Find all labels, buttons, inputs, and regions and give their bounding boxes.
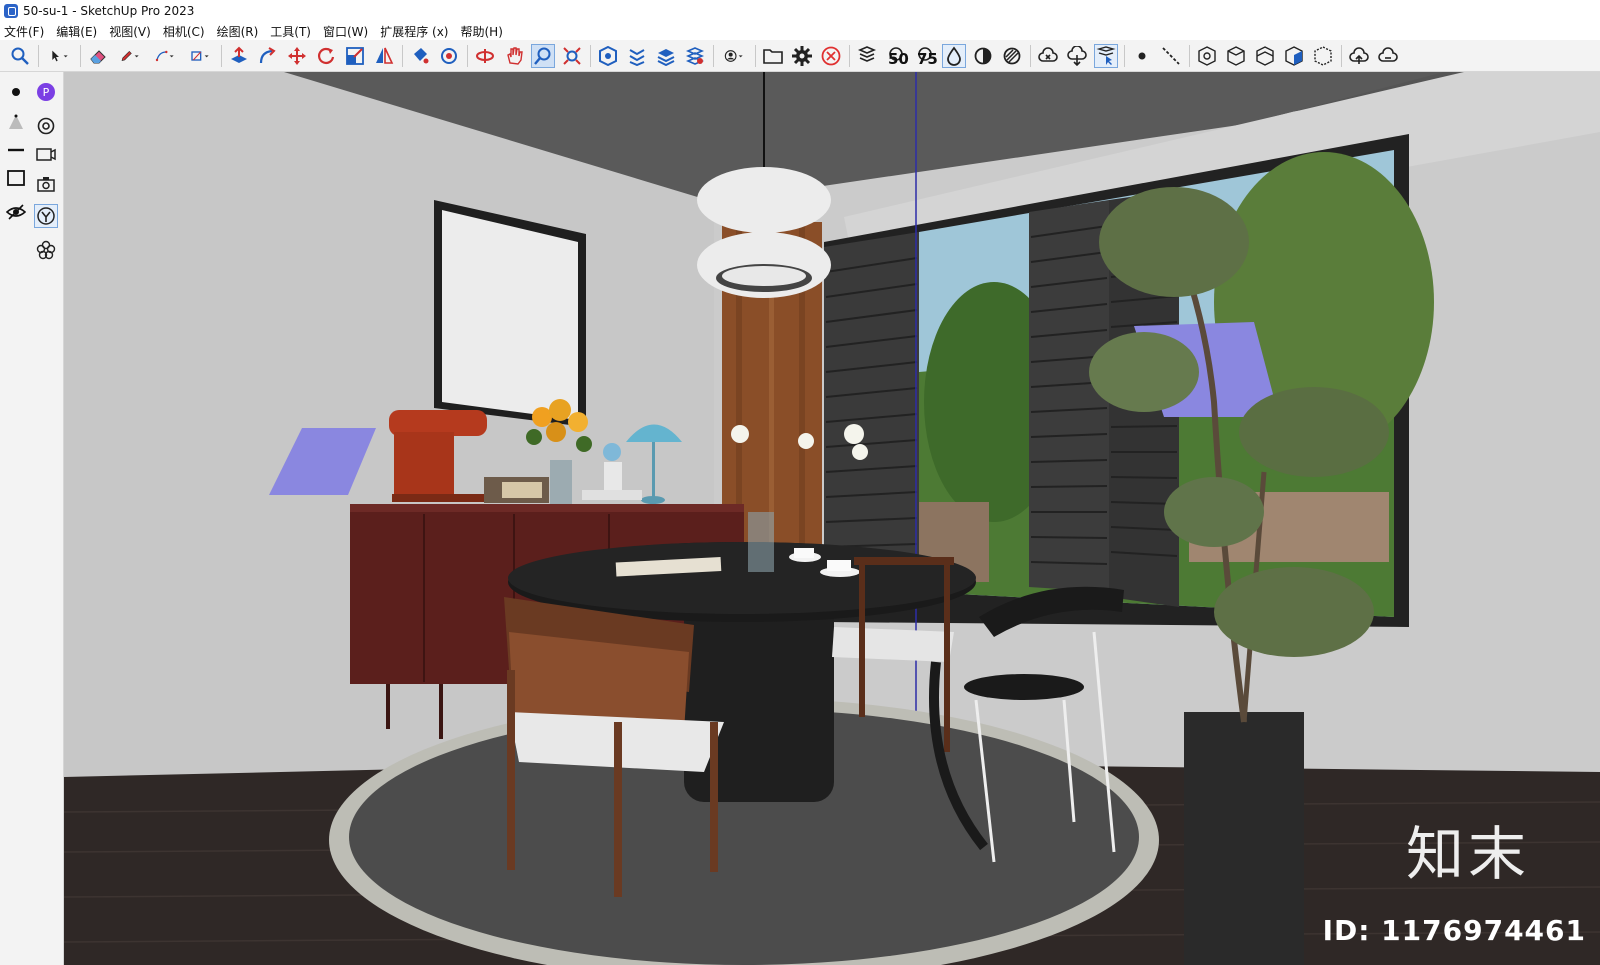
folder-icon[interactable] (761, 44, 785, 68)
account-icon[interactable] (719, 44, 749, 68)
cloud-upload-icon[interactable] (1347, 44, 1371, 68)
svg-text:P: P (43, 86, 50, 99)
toolbar-separator (755, 44, 756, 67)
components-icon[interactable] (683, 44, 707, 68)
rotate-icon[interactable] (314, 44, 338, 68)
material-icon[interactable] (1000, 44, 1024, 68)
toolbar-separator (1030, 44, 1031, 67)
plant-pot (1184, 712, 1304, 965)
toolbar-separator (713, 44, 714, 67)
tape-measure-icon[interactable] (437, 44, 461, 68)
camera-switch-icon[interactable] (34, 142, 58, 166)
flower-settings-icon[interactable] (34, 238, 58, 262)
toolbar-separator (1341, 44, 1342, 67)
scale-icon[interactable] (343, 44, 367, 68)
menu-help[interactable]: 帮助(H) (460, 23, 502, 40)
rectangle-tool-icon[interactable] (185, 44, 215, 68)
menu-file[interactable]: 文件(F) (4, 23, 44, 40)
search-icon[interactable] (8, 44, 32, 68)
rectangle-outline-icon[interactable] (4, 166, 28, 190)
toolbar-separator (467, 44, 468, 67)
render-pointer-icon[interactable] (1094, 43, 1118, 68)
pendant-lamp (697, 167, 831, 233)
menu-draw[interactable]: 绘图(R) (217, 23, 259, 40)
pencil-line-icon[interactable] (115, 44, 145, 68)
toolbar-separator (849, 44, 850, 67)
toolbar-separator (402, 44, 403, 67)
window-title: 50-su-1 - SketchUp Pro 2023 (23, 4, 195, 18)
toolbar-separator (80, 44, 81, 67)
menu-bar: 文件(F) 编辑(E) 视图(V) 相机(C) 绘图(R) 工具(T) 窗口(W… (0, 22, 1600, 40)
menu-extensions[interactable]: 扩展程序 (x) (380, 23, 448, 40)
zoom-extents-icon[interactable] (560, 44, 584, 68)
view-back-icon[interactable] (1311, 44, 1335, 68)
paint-bucket-icon[interactable] (408, 44, 432, 68)
render-icon[interactable] (855, 44, 879, 68)
cone-icon[interactable] (4, 110, 28, 134)
badge-50-label: 50 (888, 49, 909, 68)
eraser-icon[interactable] (86, 44, 110, 68)
toolbar-separator (221, 44, 222, 67)
hidden-eye-icon[interactable] (4, 200, 28, 224)
select-tool-icon[interactable] (44, 44, 74, 68)
contrast-icon[interactable] (971, 44, 995, 68)
close-circle-icon[interactable] (819, 44, 843, 68)
layers-icon[interactable] (654, 44, 678, 68)
follow-me-icon[interactable] (256, 44, 280, 68)
toolbar-separator (1124, 44, 1125, 67)
view-front-icon[interactable] (1253, 44, 1277, 68)
badge-75-label: 75 (917, 49, 938, 68)
menu-edit[interactable]: 编辑(E) (56, 23, 97, 40)
dining-room-scene (64, 72, 1600, 965)
plant-leaves (1099, 187, 1249, 297)
view-right-icon[interactable] (1282, 44, 1306, 68)
walk-tool-icon[interactable] (34, 204, 58, 228)
shutter-mid (1029, 200, 1109, 592)
badge-75-icon[interactable]: 75 (913, 44, 938, 68)
menu-view[interactable]: 视图(V) (109, 23, 151, 40)
extension-warehouse-icon[interactable] (625, 44, 649, 68)
brand-watermark: 知末 (1405, 820, 1530, 888)
menu-window[interactable]: 窗口(W) (323, 23, 368, 40)
warehouse-icon[interactable] (596, 44, 620, 68)
main-toolbar: 50 75 (0, 40, 1600, 72)
cloud-close-icon[interactable] (1036, 44, 1060, 68)
badge-50-icon[interactable]: 50 (884, 44, 909, 68)
sketchup-app-icon (4, 4, 18, 18)
push-pull-icon[interactable] (227, 44, 251, 68)
orbit-icon[interactable] (473, 44, 497, 68)
dot-icon[interactable] (4, 80, 28, 104)
dashed-line-icon[interactable] (1159, 44, 1183, 68)
settings-gear-icon[interactable] (790, 44, 814, 68)
title-bar: 50-su-1 - SketchUp Pro 2023 (0, 0, 1600, 22)
point-icon[interactable] (1130, 44, 1154, 68)
cloud-sync-icon[interactable] (1376, 44, 1400, 68)
left-toolbar: P (0, 72, 64, 965)
model-viewport[interactable]: 知末 ID: 1176974461 (64, 72, 1600, 965)
model-id-label: ID: 1176974461 (1322, 914, 1586, 947)
flip-icon[interactable] (372, 44, 396, 68)
menu-tools[interactable]: 工具(T) (270, 23, 311, 40)
line-icon[interactable] (4, 138, 28, 162)
profile-badge-icon[interactable]: P (34, 80, 58, 104)
toolbar-separator (38, 44, 39, 67)
move-icon[interactable] (285, 44, 309, 68)
cloud-download-icon[interactable] (1065, 44, 1089, 68)
pan-icon[interactable] (502, 44, 526, 68)
view-top-icon[interactable] (1224, 44, 1248, 68)
water-drop-icon[interactable] (942, 43, 966, 68)
camera-icon[interactable] (34, 172, 58, 196)
zoom-icon[interactable] (531, 43, 555, 68)
view-iso-icon[interactable] (1195, 44, 1219, 68)
toolbar-separator (1189, 44, 1190, 67)
table-base (684, 592, 834, 802)
menu-camera[interactable]: 相机(C) (163, 23, 205, 40)
arc-tool-icon[interactable] (150, 44, 180, 68)
toolbar-separator (590, 44, 591, 67)
orbit-camera-icon[interactable] (34, 114, 58, 138)
